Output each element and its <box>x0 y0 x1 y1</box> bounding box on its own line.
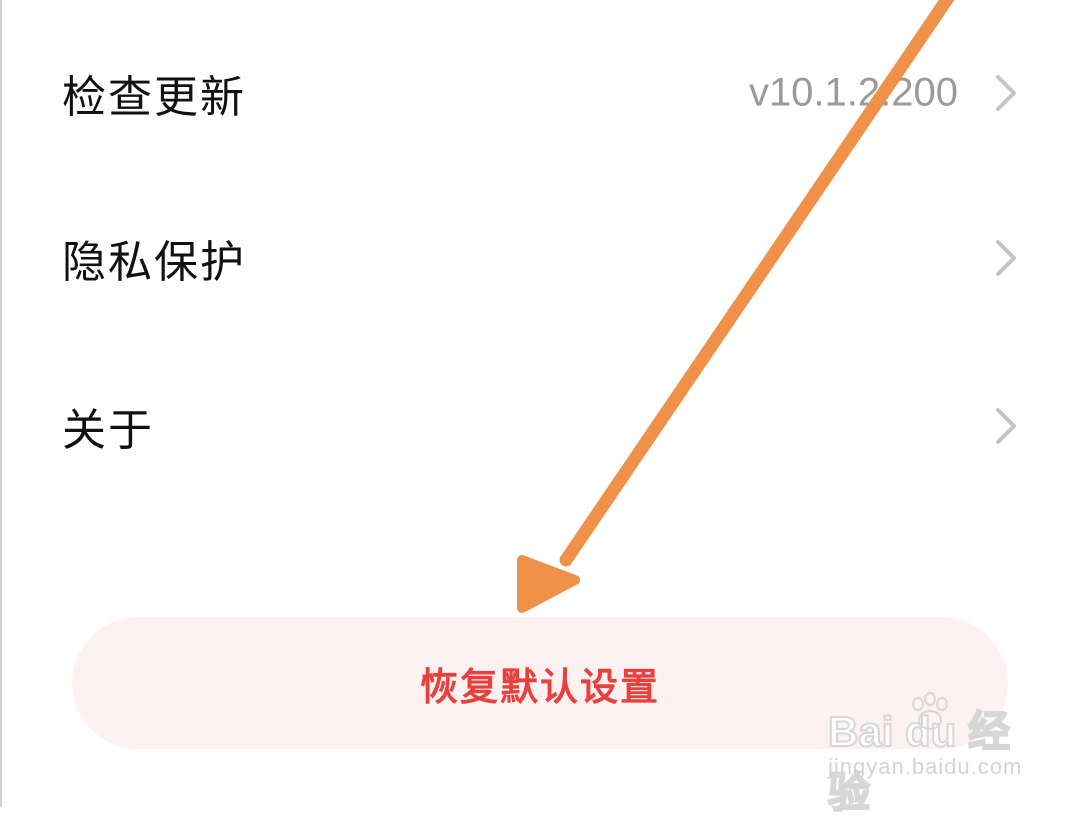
paw-icon <box>912 692 948 730</box>
version-value: v10.1.2.200 <box>748 70 958 115</box>
settings-item-privacy[interactable]: 隐私保护 <box>0 183 1080 333</box>
chevron-right-icon <box>996 408 1016 444</box>
watermark-url: jingyan.baidu.com <box>828 754 1023 779</box>
restore-defaults-label: 恢复默认设置 <box>419 664 660 709</box>
settings-item-about[interactable]: 关于 <box>0 351 1080 501</box>
chevron-right-icon <box>996 75 1016 111</box>
baidu-watermark: Bai du 经验 jingyan.baidu.com <box>827 688 1028 817</box>
settings-item-check-update[interactable]: 检查更新 v10.1.2.200 <box>0 18 1080 168</box>
settings-item-label: 检查更新 <box>62 72 246 123</box>
settings-item-label: 关于 <box>62 405 154 456</box>
chevron-right-icon <box>996 240 1016 276</box>
settings-item-label: 隐私保护 <box>62 237 246 288</box>
